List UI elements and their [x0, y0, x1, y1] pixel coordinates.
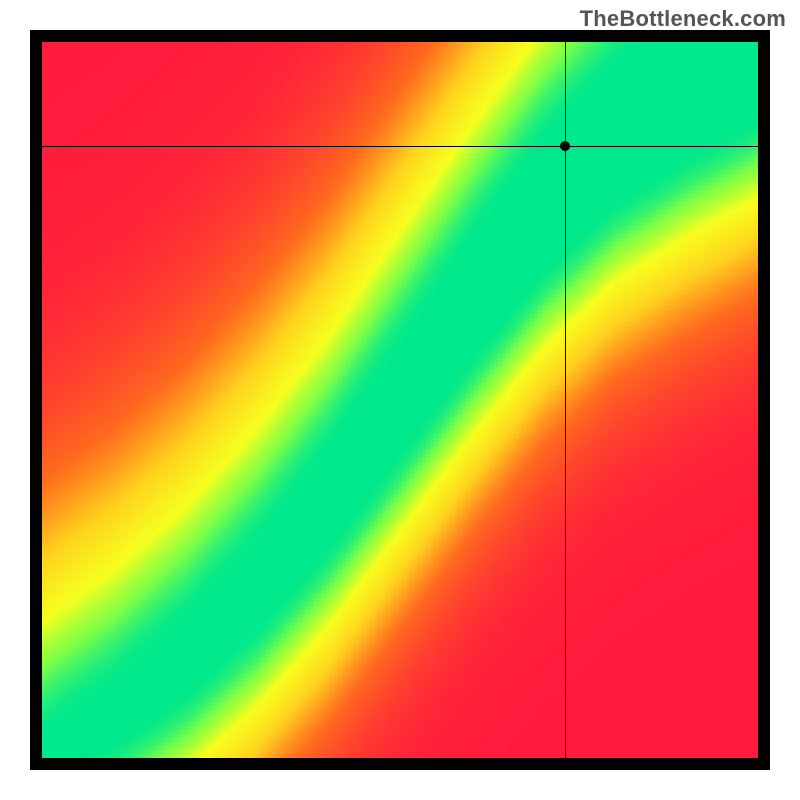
- chart-container: TheBottleneck.com: [0, 0, 800, 800]
- marker-point: [560, 141, 570, 151]
- watermark-text: TheBottleneck.com: [580, 6, 786, 32]
- crosshair-horizontal: [42, 146, 758, 147]
- bottleneck-heatmap: [42, 42, 758, 758]
